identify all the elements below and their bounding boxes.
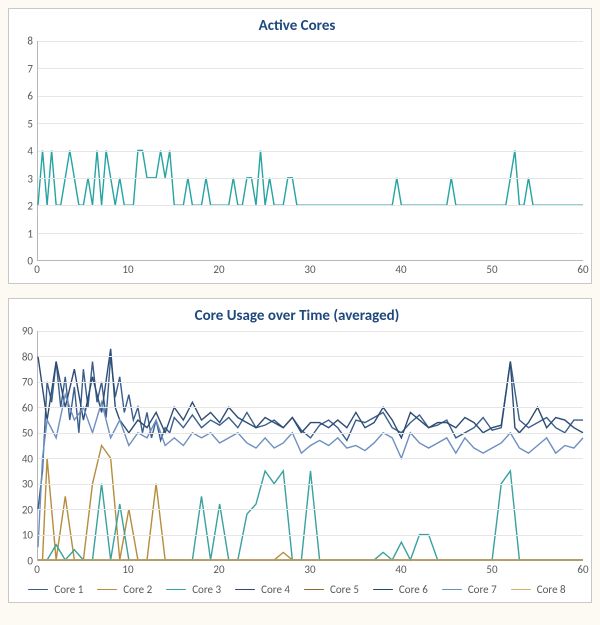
gridline [38,151,583,152]
legend-label: Core 7 [468,583,497,596]
legend-label: Core 3 [192,583,221,596]
core-usage-chart: Core Usage over Time (averaged) 0 10 20 30 4… [8,298,592,603]
y-axis-tick: 10 [22,530,33,541]
legend-swatch [97,589,117,591]
y-axis-tick: 80 [22,351,33,362]
legend-item: Core 8 [511,583,566,596]
plot-area: 012345678 [11,41,583,261]
gridline [38,433,583,434]
x-axis-tick: 50 [486,563,497,576]
plot-region [37,41,583,261]
gridline [38,535,583,536]
y-axis-tick: 1 [27,228,33,239]
x-axis-tick: 20 [213,563,224,576]
legend-swatch [235,589,255,591]
y-axis-tick: 0 [27,556,33,567]
y-axis: 0102030405060708090 [11,331,37,561]
chart-title: Active Cores [11,17,583,35]
gridline [38,41,583,42]
gridline [38,123,583,124]
chart-title: Core Usage over Time (averaged) [11,307,583,325]
series-line [38,349,583,438]
x-axis-tick: 40 [395,263,406,276]
y-axis-tick: 0 [27,256,33,267]
x-axis-tick: 0 [34,563,40,576]
x-axis-tick: 10 [122,563,133,576]
x-axis-tick: 30 [304,263,315,276]
legend-label: Core 1 [54,583,83,596]
legend-swatch [373,589,393,591]
y-axis-tick: 4 [27,146,33,157]
legend-label: Core 2 [123,583,152,596]
y-axis-tick: 7 [27,63,33,74]
legend-label: Core 6 [399,583,428,596]
y-axis-tick: 20 [22,504,33,515]
x-axis-tick: 50 [486,263,497,276]
gridline [38,205,583,206]
chart-legend: Core 1 Core 2 Core 3 Core 4 Core 5 Core 6 Core… [11,583,583,596]
y-axis: 012345678 [11,41,37,261]
y-axis-tick: 70 [22,377,33,388]
legend-label: Core 5 [330,583,359,596]
gridline [38,96,583,97]
x-axis-tick: 10 [122,263,133,276]
legend-item: Core 5 [304,583,359,596]
legend-swatch [304,589,324,591]
series-line [38,446,583,561]
legend-item: Core 4 [235,583,290,596]
x-axis: 0102030405060 [37,261,583,279]
x-axis-tick: 60 [577,563,588,576]
active-cores-chart: Active Cores 0 1 2 3 4 5 6 7 8 0 10 20 30 40 50 60 [8,8,592,284]
gridline [38,356,583,357]
y-axis-tick: 3 [27,173,33,184]
y-axis-tick: 30 [22,479,33,490]
y-axis-tick: 40 [22,453,33,464]
gridline [38,407,583,408]
legend-item: Core 2 [97,583,152,596]
legend-item: Core 1 [28,583,83,596]
x-axis-tick: 0 [34,263,40,276]
legend-item: Core 3 [166,583,221,596]
legend-item: Core 6 [373,583,428,596]
gridline [38,233,583,234]
gridline [38,178,583,179]
gridline [38,68,583,69]
gridline [38,458,583,459]
y-axis-tick: 5 [27,118,33,129]
legend-item: Core 7 [442,583,497,596]
y-axis-tick: 50 [22,428,33,439]
legend-swatch [442,589,462,591]
legend-label: Core 4 [261,583,290,596]
gridline [38,484,583,485]
x-axis: 0102030405060 [37,561,583,579]
plot-area: 0102030405060708090 [11,331,583,561]
x-axis-tick: 30 [304,563,315,576]
y-axis-tick: 6 [27,91,33,102]
legend-swatch [28,589,48,591]
y-axis-tick: 90 [22,326,33,337]
x-axis-tick: 20 [213,263,224,276]
y-axis-tick: 2 [27,201,33,212]
y-axis-tick: 60 [22,402,33,413]
y-axis-tick: 8 [27,36,33,47]
gridline [38,382,583,383]
x-axis-tick: 60 [577,263,588,276]
legend-swatch [511,589,531,591]
gridline [38,509,583,510]
plot-region [37,331,583,561]
legend-swatch [166,589,186,591]
gridline [38,331,583,332]
x-axis-tick: 40 [395,563,406,576]
legend-label: Core 8 [537,583,566,596]
